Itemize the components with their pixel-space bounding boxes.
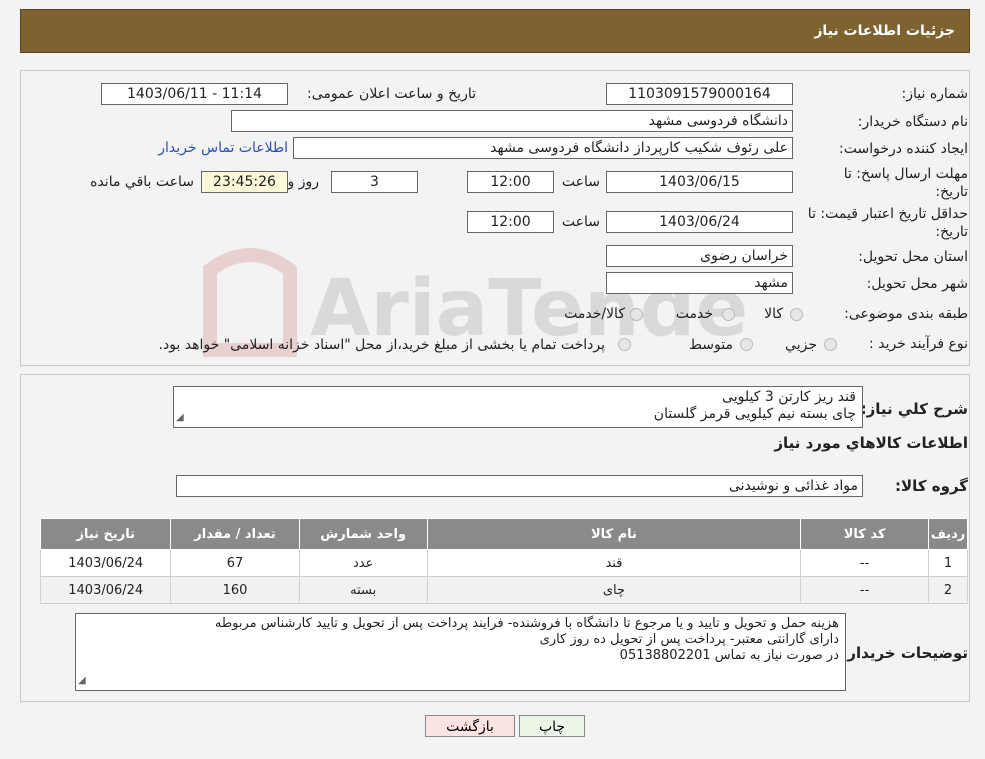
cell-goods-code: -- [800,576,930,604]
remaining-time-field: 23:45:26 [201,171,288,193]
summary-line: چای بسته نیم کیلویی قرمز گلستان [653,406,856,422]
buyer-contact-link[interactable]: اطلاعات تماس خریدار [158,140,288,156]
col-row-number: رديف [928,518,968,550]
announce-field: 1403/06/11 - 11:14 [101,83,288,105]
announce-label: تاریخ و ساعت اعلان عمومی: [307,86,476,102]
cell-goods-code: -- [800,549,930,577]
creator-field: علی رئوف شکیب کارپرداز دانشگاه فردوسی مش… [293,137,793,159]
notes-line: هزینه حمل و تحویل و تایید و یا مرجوع تا … [214,616,839,631]
process-option-medium: متوسط [689,337,733,353]
process-option-minor: جزيي [785,337,817,353]
category-radio-goods-service[interactable] [630,308,643,321]
deadline-label: مهلت ارسال پاسخ: تا [843,166,968,182]
deadline-time-word: ساعت [561,174,600,190]
cell-unit: بسته [298,576,428,604]
goods-info-title: اطلاعات کالاهاي مورد نياز [774,434,968,452]
table-header-row: رديف کد کالا نام کالا واحد شمارش تعداد /… [39,518,968,550]
cell-unit: عدد [298,549,428,577]
goods-group-label: گروه کالا: [895,477,968,495]
remaining-word: ساعت باقي مانده [90,174,194,190]
col-quantity: تعداد / مقدار [170,518,300,550]
print-button[interactable]: چاپ [519,715,585,737]
category-option-goods: کالا [764,306,783,322]
col-goods-code: کد کالا [800,518,930,550]
category-radio-service[interactable] [722,308,735,321]
need-number-label: شماره نیاز: [901,86,969,102]
goods-group-field: مواد غذائی و نوشیدنی [176,475,863,497]
province-field: خراسان رضوی [606,245,793,267]
days-field: 3 [331,171,418,193]
treasury-checkbox[interactable] [618,338,631,351]
cell-need-date: 1403/06/24 [39,576,172,604]
process-radio-minor[interactable] [824,338,837,351]
cell-quantity: 160 [170,576,300,604]
price-validity-label-date: تاریخ: [935,224,968,240]
category-option-service: خدمت [675,306,713,322]
summary-label: شرح کلي نياز: [860,400,968,418]
resize-grip-icon[interactable]: ◢ [176,409,184,426]
need-number-field: 1103091579000164 [606,83,793,105]
province-label: استان محل تحویل: [858,249,968,265]
items-table: رديف کد کالا نام کالا واحد شمارش تعداد /… [39,518,968,604]
buyer-org-field: دانشگاه فردوسی مشهد [231,110,793,132]
summary-line: قند ریز کارتن 3 کیلویی [722,389,856,405]
deadline-label-date: تاریخ: [935,184,968,200]
buyer-notes-textarea[interactable]: هزینه حمل و تحویل و تایید و یا مرجوع تا … [75,613,846,691]
cell-need-date: 1403/06/24 [39,549,172,577]
deadline-time-field: 12:00 [467,171,554,193]
days-word: روز و [287,174,320,190]
city-label: شهر محل تحویل: [866,276,968,292]
city-field: مشهد [606,272,793,294]
cell-quantity: 67 [170,549,300,577]
col-goods-name: نام کالا [426,518,802,550]
cell-goods-name: چای [426,576,802,604]
col-need-date: تاریخ نیاز [39,518,172,550]
buyer-org-label: نام دستگاه خریدار: [857,114,968,130]
table-row: 1 -- قند عدد 67 1403/06/24 [39,549,968,577]
price-validity-date-field: 1403/06/24 [606,211,793,233]
page-title: جزئیات اطلاعات نیاز [814,23,955,39]
category-radio-goods[interactable] [790,308,803,321]
summary-textarea[interactable]: قند ریز کارتن 3 کیلویی چای بسته نیم کیلو… [173,386,863,428]
table-row: 2 -- چای بسته 160 1403/06/24 [39,576,968,604]
process-label: نوع فرآیند خرید : [869,336,968,352]
cell-goods-name: قند [426,549,802,577]
resize-grip-icon[interactable]: ◢ [78,673,86,689]
process-radio-medium[interactable] [740,338,753,351]
cell-row-number: 1 [928,549,968,577]
notes-line: دارای گارانتی معتبر- پرداخت پس از تحویل … [539,632,839,647]
price-validity-label: حداقل تاریخ اعتبار قیمت: تا [807,206,968,222]
deadline-date-field: 1403/06/15 [606,171,793,193]
cell-row-number: 2 [928,576,968,604]
notes-line: در صورت نیاز به تماس 05138802201 [619,648,839,663]
category-label: طبقه بندی موضوعی: [844,306,968,322]
category-option-goods-service: کالا/خدمت [564,306,625,322]
buyer-notes-label: توضیحات خریدار: [841,644,968,662]
back-button[interactable]: بازگشت [425,715,515,737]
process-note: پرداخت تمام یا بخشی از مبلغ خرید،از محل … [158,337,605,353]
price-validity-time-field: 12:00 [467,211,554,233]
col-unit: واحد شمارش [298,518,428,550]
price-validity-time-word: ساعت [561,214,600,230]
page-header: جزئیات اطلاعات نیاز [20,9,970,53]
creator-label: ایجاد کننده درخواست: [839,141,968,157]
